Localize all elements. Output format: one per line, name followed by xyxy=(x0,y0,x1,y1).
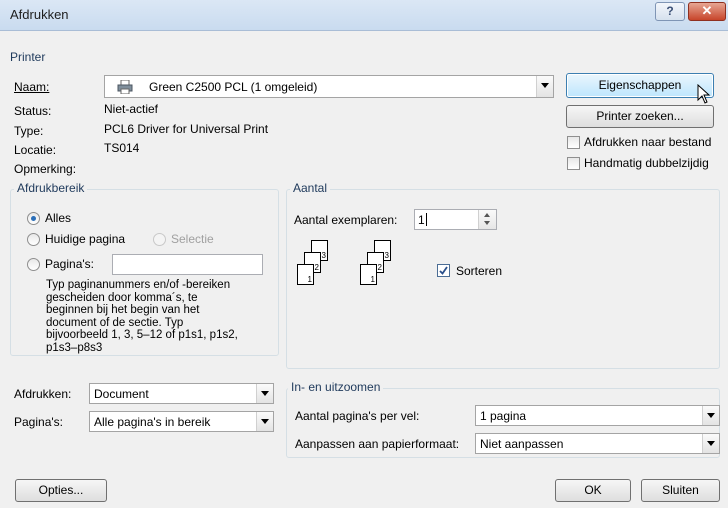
print-what-value: Document xyxy=(94,387,149,401)
pages-input[interactable] xyxy=(112,254,263,275)
close-window-button[interactable]: ✕ xyxy=(688,2,726,21)
printer-icon xyxy=(117,79,133,97)
chevron-down-icon[interactable] xyxy=(256,412,273,431)
close-button[interactable]: Sluiten xyxy=(641,479,720,502)
close-button-label: Sluiten xyxy=(662,483,699,497)
pages-help-line: bijvoorbeeld 1, 3, 5–12 of p1s1, p1s2, xyxy=(46,329,238,342)
scale-to-paper-value: Niet aanpassen xyxy=(480,437,564,451)
scale-to-paper-select[interactable]: Niet aanpassen xyxy=(475,433,720,454)
print-to-file-label[interactable]: Afdrukken naar bestand xyxy=(584,135,711,149)
pages-per-sheet-select[interactable]: 1 pagina xyxy=(475,405,720,426)
printer-name-label: Naam: xyxy=(14,80,50,94)
printer-group-legend: Printer xyxy=(10,50,46,64)
print-what-select[interactable]: Document xyxy=(89,383,274,404)
window-title: Afdrukken xyxy=(10,7,69,22)
copies-spinner[interactable] xyxy=(478,210,496,229)
ok-button[interactable]: OK xyxy=(555,479,631,502)
chevron-down-icon[interactable] xyxy=(702,434,719,453)
pages-help-text: Typ paginanummers en/of -bereiken gesche… xyxy=(46,279,238,355)
copies-count-value: 1 xyxy=(418,213,425,227)
collate-preview-1: 3 2 1 xyxy=(297,240,339,290)
range-pages-label[interactable]: Pagina's: xyxy=(45,257,94,271)
print-pages-select[interactable]: Alle pagina's in bereik xyxy=(89,411,274,432)
pages-per-sheet-value: 1 pagina xyxy=(480,409,527,423)
pages-help-line: p1s3–p8s3 xyxy=(46,341,103,354)
print-to-file-checkbox[interactable] xyxy=(567,136,580,149)
title-bar: Afdrukken ? ✕ xyxy=(0,0,728,31)
print-pages-label: Pagina's: xyxy=(14,415,63,429)
pages-help-line: beginnen bij het begin van het xyxy=(46,304,200,317)
copies-count-label: Aantal exemplaren: xyxy=(294,213,398,227)
chevron-down-icon[interactable] xyxy=(256,384,273,403)
collate-preview-2: 3 2 1 xyxy=(360,240,402,290)
range-all-label[interactable]: Alles xyxy=(45,211,71,225)
copies-legend: Aantal xyxy=(290,181,331,195)
collate-label[interactable]: Sorteren xyxy=(456,264,502,278)
print-range-legend: Afdrukbereik xyxy=(14,181,88,195)
text-cursor xyxy=(426,213,427,226)
status-value: Niet-actief xyxy=(104,102,159,116)
print-pages-value: Alle pagina's in bereik xyxy=(94,415,211,429)
comment-label: Opmerking: xyxy=(14,162,77,176)
spin-up-icon[interactable] xyxy=(484,213,490,217)
spin-down-icon[interactable] xyxy=(484,221,490,225)
manual-duplex-checkbox[interactable] xyxy=(567,157,580,170)
range-all-radio[interactable] xyxy=(27,212,40,225)
range-current-page-label[interactable]: Huidige pagina xyxy=(45,232,125,246)
pages-per-sheet-label: Aantal pagina's per vel: xyxy=(295,409,420,423)
range-current-page-radio[interactable] xyxy=(27,233,40,246)
type-label: Type: xyxy=(14,124,44,138)
properties-button[interactable]: Eigenschappen xyxy=(566,73,714,98)
printer-name-value: Green C2500 PCL (1 omgeleid) xyxy=(149,80,318,94)
find-printer-button[interactable]: Printer zoeken... xyxy=(566,105,714,128)
options-button[interactable]: Opties... xyxy=(15,479,107,502)
cursor-icon xyxy=(697,83,711,107)
copies-count-input[interactable]: 1 xyxy=(414,209,497,230)
range-selection-radio[interactable] xyxy=(153,233,166,246)
chevron-down-icon[interactable] xyxy=(536,76,553,97)
collate-checkbox[interactable] xyxy=(437,264,450,277)
type-value: PCL6 Driver for Universal Print xyxy=(104,122,269,136)
status-label: Status: xyxy=(14,104,52,118)
find-printer-button-label: Printer zoeken... xyxy=(596,109,684,123)
manual-duplex-label[interactable]: Handmatig dubbelzijdig xyxy=(584,156,709,170)
range-pages-radio[interactable] xyxy=(27,258,40,271)
location-value: TS014 xyxy=(104,141,140,155)
help-button[interactable]: ? xyxy=(655,2,685,21)
pages-help-line: gescheiden door komma´s, te xyxy=(46,291,198,304)
print-what-label: Afdrukken: xyxy=(14,387,72,401)
range-selection-label[interactable]: Selectie xyxy=(171,232,214,246)
properties-button-label: Eigenschappen xyxy=(598,78,682,92)
ok-button-label: OK xyxy=(584,483,602,497)
pages-help-line: Typ paginanummers en/of -bereiken xyxy=(46,279,231,291)
chevron-down-icon[interactable] xyxy=(702,406,719,425)
zoom-legend: In- en uitzoomen xyxy=(288,380,384,394)
printer-name-select[interactable]: Green C2500 PCL (1 omgeleid) xyxy=(104,75,554,98)
scale-to-paper-label: Aanpassen aan papierformaat: xyxy=(295,437,460,451)
pages-help-line: document of de sectie. Typ xyxy=(46,316,184,329)
options-button-label: Opties... xyxy=(38,483,84,497)
print-dialog: Afdrukken ? ✕ Printer Naam: Green C2500 … xyxy=(0,0,728,508)
location-label: Locatie: xyxy=(14,143,57,157)
